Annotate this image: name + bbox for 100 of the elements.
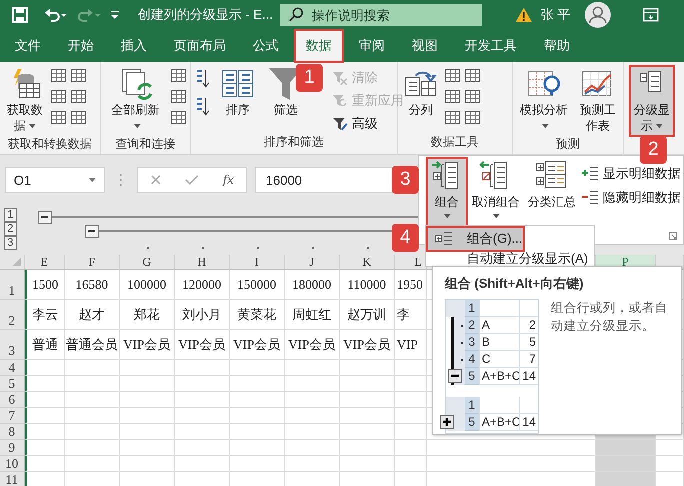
- undo-icon[interactable]: [44, 7, 68, 23]
- outline-level-button[interactable]: 2: [4, 222, 17, 236]
- menu-item[interactable]: 显示明细数据: [581, 164, 681, 184]
- row-header[interactable]: 9: [0, 440, 25, 456]
- tooltip-description: 组合行或列，或者自动建立分级显示。: [551, 300, 669, 335]
- avatar-icon[interactable]: [584, 2, 611, 28]
- sheet-icon[interactable]: [51, 110, 67, 126]
- ribbon-tab[interactable]: 页面布局: [163, 30, 237, 62]
- row-header[interactable]: 7: [0, 408, 25, 424]
- sheet-icon[interactable]: [171, 89, 187, 105]
- sort-grid-icon: [221, 68, 255, 100]
- ribbon-button[interactable]: 分列: [401, 66, 441, 126]
- row-header[interactable]: 8: [0, 424, 25, 440]
- sort-arrow-icon[interactable]: [194, 68, 210, 90]
- sheet-icon[interactable]: [465, 110, 481, 126]
- outline-level-button[interactable]: 3: [4, 236, 17, 250]
- empty-cell: [285, 440, 340, 456]
- sort-arrow-icon[interactable]: [194, 96, 210, 118]
- sheet-icon[interactable]: [71, 89, 87, 105]
- sheet-icon[interactable]: [71, 68, 87, 84]
- user-name[interactable]: 张 平: [541, 6, 571, 24]
- empty-cell: [175, 360, 230, 376]
- sheet-icon[interactable]: [171, 110, 187, 126]
- reapply-icon: [332, 93, 348, 109]
- table-cell: 赵万训: [340, 300, 395, 330]
- menu-item[interactable]: 隐藏明细数据: [581, 188, 681, 208]
- column-header[interactable]: G: [120, 255, 175, 270]
- save-icon[interactable]: [12, 7, 28, 23]
- sheet-icon[interactable]: [51, 89, 67, 105]
- empty-cell: [230, 376, 285, 392]
- ribbon-display-icon[interactable]: [642, 8, 659, 22]
- ribbon-tab[interactable]: 帮助: [533, 30, 581, 62]
- column-header[interactable]: K: [340, 255, 395, 270]
- ribbon-button[interactable]: 预测工作表: [576, 66, 620, 136]
- table-cell: 100000: [120, 270, 175, 300]
- empty-cell: [120, 360, 175, 376]
- caret-icon: [89, 178, 96, 182]
- sheet-icon[interactable]: [445, 68, 461, 84]
- empty-cell: [596, 456, 656, 472]
- row-header[interactable]: 10: [0, 456, 25, 472]
- column-header[interactable]: L: [395, 255, 427, 270]
- tooltip-title: 组合 (Shift+Alt+向右键): [445, 275, 585, 293]
- row-header[interactable]: 11: [0, 472, 25, 486]
- ribbon-tab[interactable]: 公式: [242, 30, 290, 62]
- empty-cell: [340, 424, 395, 440]
- column-header[interactable]: F: [65, 255, 120, 270]
- customize-icon[interactable]: [110, 10, 120, 20]
- ribbon-button[interactable]: 取消组合: [469, 158, 523, 223]
- sheet-icon[interactable]: [71, 110, 87, 126]
- ribbon-button[interactable]: 获取数据: [3, 66, 47, 136]
- ribbon-tab[interactable]: 审阅: [348, 30, 396, 62]
- hide-detail-icon: [581, 191, 599, 205]
- ribbon-button[interactable]: 分级显示: [630, 66, 674, 136]
- row-header[interactable]: 1: [0, 270, 25, 300]
- row-header[interactable]: 4: [0, 360, 25, 376]
- search-field[interactable]: 操作说明搜索: [280, 4, 482, 26]
- ribbon-button[interactable]: 模拟分析: [516, 66, 572, 136]
- ribbon-button[interactable]: 高级: [332, 114, 404, 134]
- row-header[interactable]: 3: [0, 330, 25, 360]
- sheet-icon[interactable]: [465, 89, 481, 105]
- sheet-icon[interactable]: [51, 68, 67, 84]
- clear-filter-icon: [332, 70, 348, 86]
- menu-item[interactable]: 组合(G)...: [427, 227, 524, 251]
- row-header[interactable]: 2: [0, 300, 25, 330]
- outline-level-button[interactable]: 1: [4, 208, 17, 222]
- column-header[interactable]: I: [230, 255, 285, 270]
- collapse-button[interactable]: [85, 224, 99, 238]
- ribbon-tab[interactable]: 开发工具: [454, 30, 528, 62]
- ribbon-button[interactable]: 排序: [218, 66, 258, 126]
- ribbon-tab[interactable]: 数据: [295, 30, 343, 62]
- sheet-icon[interactable]: [171, 68, 187, 84]
- ribbon-button[interactable]: 全部刷新: [104, 66, 167, 136]
- collapse-button[interactable]: [38, 210, 52, 224]
- redo-icon: [78, 7, 102, 23]
- empty-cell: [120, 424, 175, 440]
- ribbon-tab[interactable]: 开始: [57, 30, 105, 62]
- table-cell: 普通: [25, 330, 65, 360]
- sheet-icon[interactable]: [445, 110, 461, 126]
- ribbon-button[interactable]: 组合: [427, 158, 467, 226]
- empty-cell: [340, 456, 395, 472]
- sheet-icon[interactable]: [465, 68, 481, 84]
- column-header[interactable]: H: [175, 255, 230, 270]
- empty-cell: [230, 408, 285, 424]
- column-header[interactable]: J: [285, 255, 340, 270]
- empty-cell: [596, 472, 656, 486]
- insert-function-button[interactable]: fx: [222, 173, 234, 187]
- empty-cell: [340, 376, 395, 392]
- menu-item[interactable]: 自动建立分级显示(A): [427, 251, 593, 266]
- row-header[interactable]: 6: [0, 392, 25, 408]
- ribbon-button[interactable]: 分类汇总: [525, 158, 579, 218]
- empty-cell: [175, 408, 230, 424]
- column-header[interactable]: E: [25, 255, 65, 270]
- row-header[interactable]: 5: [0, 376, 25, 392]
- dialog-launcher-icon[interactable]: [669, 232, 677, 240]
- ribbon-tab[interactable]: 插入: [110, 30, 158, 62]
- sheet-icon[interactable]: [445, 89, 461, 105]
- warning-icon[interactable]: [515, 7, 533, 23]
- name-box[interactable]: O1: [5, 167, 105, 193]
- ribbon-tab[interactable]: 视图: [401, 30, 449, 62]
- ribbon-tab[interactable]: 文件: [4, 30, 52, 62]
